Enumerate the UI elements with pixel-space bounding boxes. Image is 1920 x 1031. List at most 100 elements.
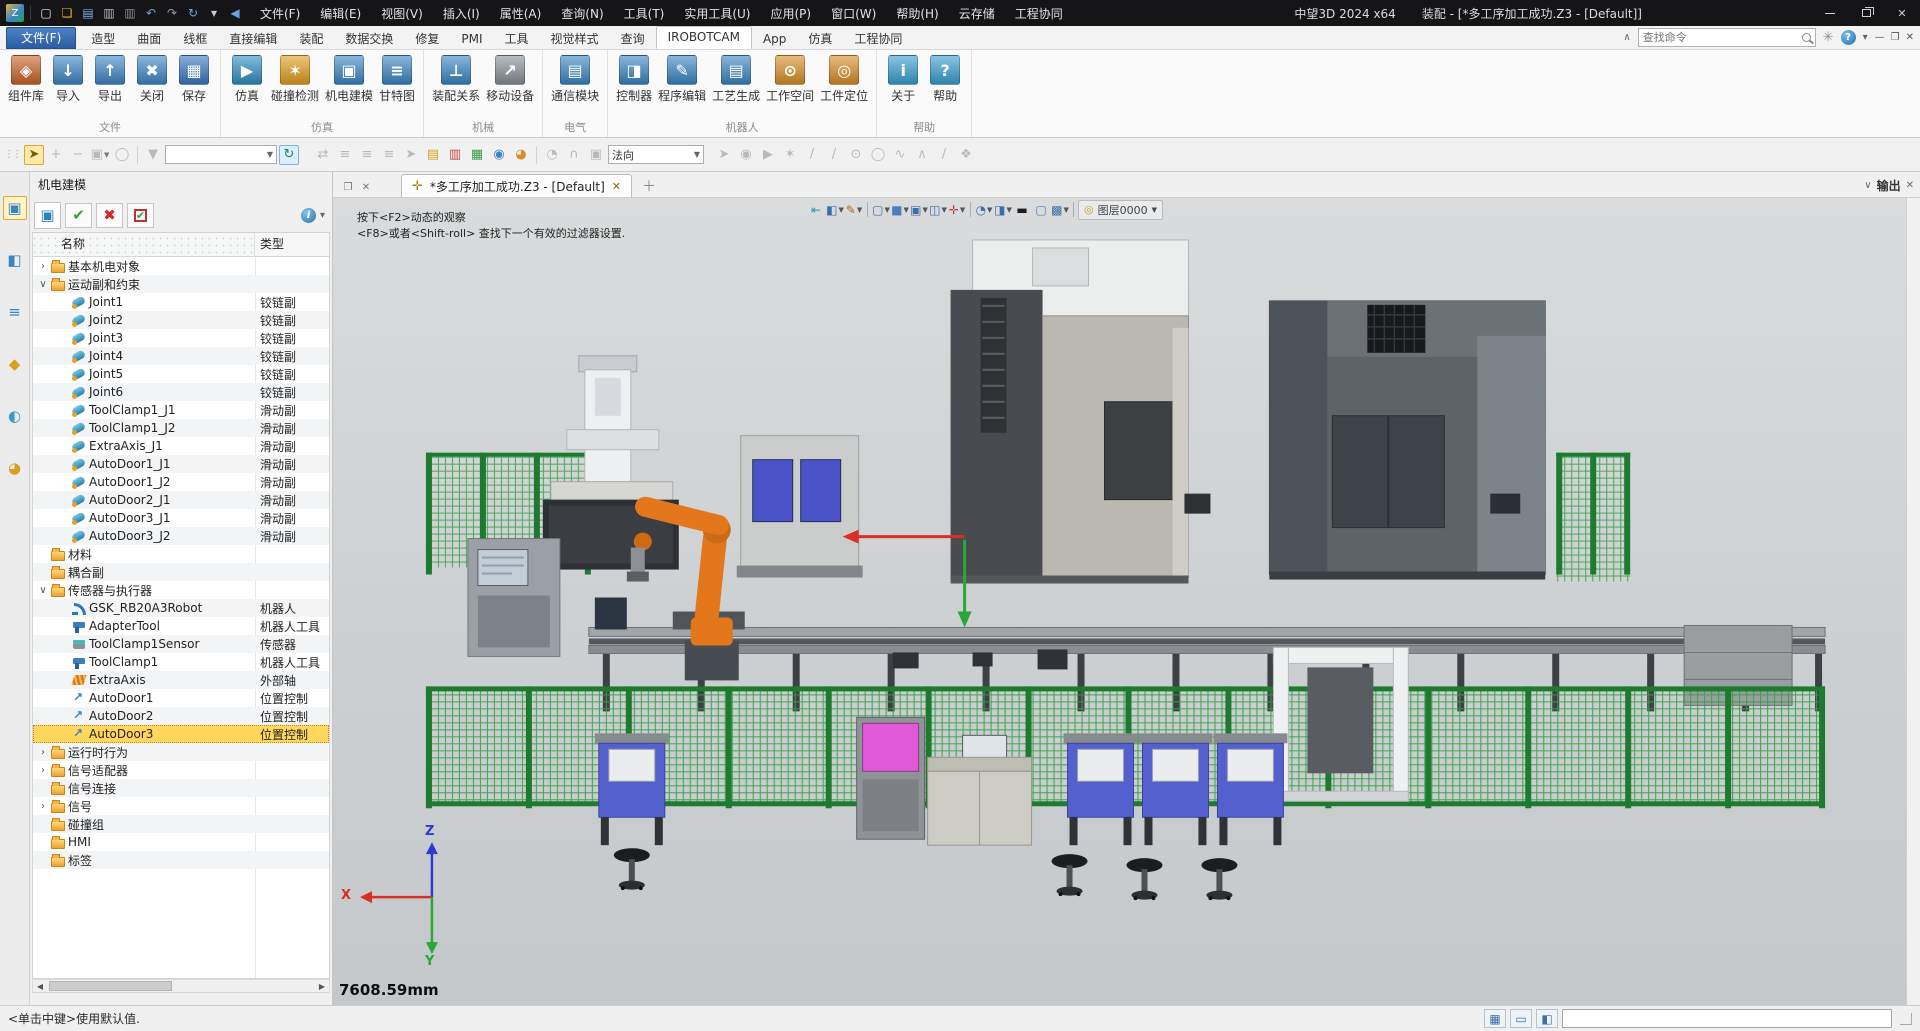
tree-row[interactable]: ToolClamp1_J2滑动副: [33, 419, 329, 437]
spline-icon[interactable]: ∿: [890, 145, 910, 165]
doc-minimize-button[interactable]: —: [1875, 32, 1885, 43]
tree-row[interactable]: 信号连接: [33, 779, 329, 797]
collapse-ribbon-icon[interactable]: ◀: [226, 4, 244, 22]
command-search-input[interactable]: [1643, 31, 1802, 44]
ribbon-tab[interactable]: 工具: [494, 29, 540, 49]
session-icon[interactable]: ◕: [511, 145, 531, 165]
line-icon[interactable]: /: [802, 145, 822, 165]
remove-select-icon[interactable]: −: [68, 145, 88, 165]
tree-row[interactable]: 材料: [33, 545, 329, 563]
expander-icon[interactable]: ∨: [36, 585, 50, 596]
ribbon-tab[interactable]: 造型: [80, 29, 126, 49]
ribbon-tab[interactable]: 文件(F): [6, 27, 76, 49]
ribbon-tab[interactable]: 修复: [404, 29, 450, 49]
ribbon-tab[interactable]: App: [752, 29, 797, 49]
display-mode-icon[interactable]: ▢▼: [872, 201, 890, 219]
play-icon[interactable]: ▶: [758, 145, 778, 165]
dropdown-arrow-icon[interactable]: ▾: [205, 4, 223, 22]
print-icon[interactable]: ▥: [100, 4, 118, 22]
tree-row[interactable]: GSK_RB20A3Robot机器人: [33, 599, 329, 617]
cursor-icon[interactable]: ➤: [401, 145, 421, 165]
dock-close-icon[interactable]: ✕: [357, 177, 375, 197]
scroll-left-icon[interactable]: ◀: [33, 982, 47, 991]
command-search[interactable]: [1638, 28, 1816, 47]
entity-filter-combo[interactable]: ▼: [165, 145, 277, 164]
align-right-icon[interactable]: ≡: [379, 145, 399, 165]
ribbon-button[interactable]: ?帮助: [924, 53, 966, 106]
background-light-icon[interactable]: ▢: [1032, 201, 1050, 219]
tree-row[interactable]: Joint1铰链副: [33, 293, 329, 311]
ribbon-button[interactable]: ↓导入: [47, 53, 89, 106]
menu-item[interactable]: 视图(V): [371, 1, 433, 26]
ribbon-button[interactable]: ✎程序编辑: [655, 53, 709, 106]
ribbon-button[interactable]: ✶碰撞检测: [268, 53, 322, 106]
scroll-right-icon[interactable]: ▶: [315, 982, 329, 991]
ribbon-button[interactable]: ▤工艺生成: [709, 53, 763, 106]
help-icon[interactable]: ?: [1841, 30, 1856, 45]
select-arrow-icon[interactable]: ➤: [714, 145, 734, 165]
half-section-icon[interactable]: ◨▼: [994, 201, 1012, 219]
tree-row[interactable]: AdapterTool机器人工具: [33, 617, 329, 635]
panel-hscrollbar[interactable]: ◀ ▶: [32, 979, 330, 993]
section-icon[interactable]: ◫▼: [929, 201, 947, 219]
grid-view-icon[interactable]: ▦: [1484, 1009, 1506, 1028]
tree-row[interactable]: AutoDoor2位置控制: [33, 707, 329, 725]
expander-icon[interactable]: ∨: [36, 279, 50, 290]
tree-row[interactable]: AutoDoor1_J2滑动副: [33, 473, 329, 491]
viewport-3d[interactable]: 按下<F2>动态的观察 <F8>或者<Shift-roll> 查找下一个有效的过…: [333, 198, 1920, 1005]
settings-gear-icon[interactable]: ✳: [1823, 30, 1834, 45]
grid-display-icon[interactable]: ▩▼: [1051, 201, 1069, 219]
menu-item[interactable]: 应用(P): [761, 1, 822, 26]
ribbon-tab[interactable]: 视觉样式: [540, 29, 610, 49]
add-select-icon[interactable]: +: [46, 145, 66, 165]
close-button[interactable]: ✕: [1884, 0, 1920, 26]
circle-icon[interactable]: ◯: [868, 145, 888, 165]
spark-icon[interactable]: ✶: [780, 145, 800, 165]
background-dark-icon[interactable]: ▬: [1013, 201, 1031, 219]
resize-grip[interactable]: [1900, 1013, 1912, 1025]
menu-item[interactable]: 帮助(H): [886, 1, 948, 26]
dock-restore-icon[interactable]: ❐: [339, 177, 357, 197]
ribbon-button[interactable]: ▦保存: [173, 53, 215, 106]
line3-icon[interactable]: /: [934, 145, 954, 165]
ribbon-tab[interactable]: 仿真: [797, 29, 843, 49]
tree-row[interactable]: 耦合副: [33, 563, 329, 581]
menu-item[interactable]: 文件(F): [250, 1, 310, 26]
menu-item[interactable]: 编辑(E): [310, 1, 371, 26]
table-icon[interactable]: ▦: [467, 145, 487, 165]
refresh-icon[interactable]: ↻: [184, 4, 202, 22]
tree-row[interactable]: HMI: [33, 833, 329, 851]
snap-icon[interactable]: ◉: [736, 145, 756, 165]
monitor-icon[interactable]: ▭: [1510, 1009, 1532, 1028]
tree-row[interactable]: Joint2铰链副: [33, 311, 329, 329]
ribbon-button[interactable]: ✖关闭: [131, 53, 173, 106]
pick-filter-icon[interactable]: ➤: [24, 145, 44, 165]
expander-icon[interactable]: ›: [36, 261, 50, 272]
swap-icon[interactable]: ⇄: [313, 145, 333, 165]
doc-close-button[interactable]: ✕: [1906, 32, 1914, 43]
ribbon-tab[interactable]: PMI: [450, 29, 493, 49]
menu-item[interactable]: 实用工具(U): [674, 1, 760, 26]
shade-mode-icon[interactable]: ■▼: [891, 201, 909, 219]
ribbon-button[interactable]: ▤通信模块: [548, 53, 602, 106]
column-header-type[interactable]: 类型: [255, 233, 329, 256]
tree-row[interactable]: 标签: [33, 851, 329, 869]
tree-row[interactable]: Joint5铰链副: [33, 365, 329, 383]
tree-row[interactable]: AutoDoor3位置控制: [33, 725, 329, 743]
ribbon-button[interactable]: ⊙工作空间: [763, 53, 817, 106]
ribbon-button[interactable]: ≡甘特图: [376, 53, 418, 106]
statusbar-input[interactable]: [1562, 1009, 1892, 1028]
tree-row[interactable]: ExtraAxis外部轴: [33, 671, 329, 689]
ribbon-tab[interactable]: 线框: [172, 29, 218, 49]
tree-row[interactable]: 碰撞组: [33, 815, 329, 833]
tree-row[interactable]: AutoDoor1_J1滑动副: [33, 455, 329, 473]
appearance-icon[interactable]: ✎▼: [845, 201, 863, 219]
direction-combo[interactable]: 法向▼: [608, 145, 704, 164]
arc-icon[interactable]: ∩: [564, 145, 584, 165]
output-close-icon[interactable]: ✕: [1906, 180, 1914, 191]
print-preview-icon[interactable]: ▥: [121, 4, 139, 22]
history-manager-icon[interactable]: ≡: [3, 300, 27, 324]
pick-region-icon[interactable]: ▣▼: [90, 145, 110, 165]
new-file-icon[interactable]: ▢: [37, 4, 55, 22]
polyline-icon[interactable]: ∧: [912, 145, 932, 165]
